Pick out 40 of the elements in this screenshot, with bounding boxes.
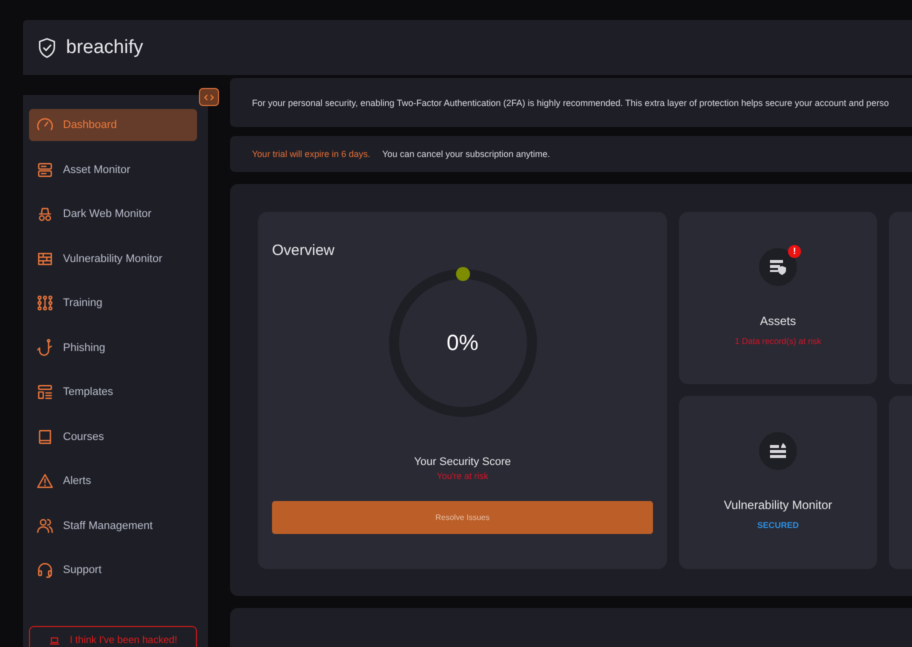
trial-warning: Your trial will expire in 6 days. xyxy=(252,149,370,159)
code-brackets-icon xyxy=(204,94,214,100)
alert-badge: ! xyxy=(788,245,801,258)
card-status: SECURED xyxy=(757,520,799,530)
shield-check-icon xyxy=(36,36,58,58)
spy-icon xyxy=(36,205,54,223)
sidebar-item[interactable]: Dark Web Monitor xyxy=(29,198,197,230)
score-label: Your Security Score xyxy=(414,456,511,468)
people-icon xyxy=(36,516,54,534)
overview-title: Overview xyxy=(272,242,335,259)
sidebar-item[interactable]: Phishing xyxy=(29,332,197,364)
score-status: You're at risk xyxy=(436,471,488,481)
hook-icon xyxy=(36,338,54,356)
sidebar-item[interactable]: Support xyxy=(29,554,197,586)
warning-icon xyxy=(36,472,54,490)
layout-icon xyxy=(36,383,54,401)
card-title: Vulnerability Monitor xyxy=(724,498,832,512)
two-factor-notice: For your personal security, enabling Two-Factor Authentication (2FA) is highly recommended. This extra layer of protection helps secure your account and perso xyxy=(252,98,889,108)
card-title: Assets xyxy=(760,314,796,328)
sidebar-item[interactable]: Vulnerability Monitor xyxy=(29,242,197,274)
server-icon xyxy=(36,160,54,178)
server-shield-icon xyxy=(768,257,788,277)
summary-card[interactable]: Vulnerability Monitor SECURED xyxy=(679,396,877,569)
sidebar-item[interactable]: Templates xyxy=(29,376,197,408)
sidebar-item[interactable]: Training xyxy=(29,287,197,319)
headset-icon xyxy=(36,561,54,579)
firewall-icon xyxy=(768,441,788,461)
brand-name: breachify xyxy=(66,36,144,58)
card-status: 1 Data record(s) at risk xyxy=(734,336,822,346)
collapse-toggle[interactable] xyxy=(199,88,219,106)
sidebar-item[interactable]: Asset Monitor xyxy=(29,154,197,186)
summary-card[interactable]: ! Assets 1 Data record(s) at risk xyxy=(679,212,877,384)
laptop-icon xyxy=(48,636,60,644)
book-icon xyxy=(36,428,54,446)
sidebar-item[interactable]: Alerts xyxy=(29,465,197,497)
score-value: 0% xyxy=(446,330,478,356)
trial-note: You can cancel your subscription anytime. xyxy=(382,149,550,159)
sidebar-item[interactable]: Staff Management xyxy=(29,510,197,542)
sidebar-item[interactable]: Courses xyxy=(29,420,197,452)
network-icon xyxy=(36,294,54,312)
